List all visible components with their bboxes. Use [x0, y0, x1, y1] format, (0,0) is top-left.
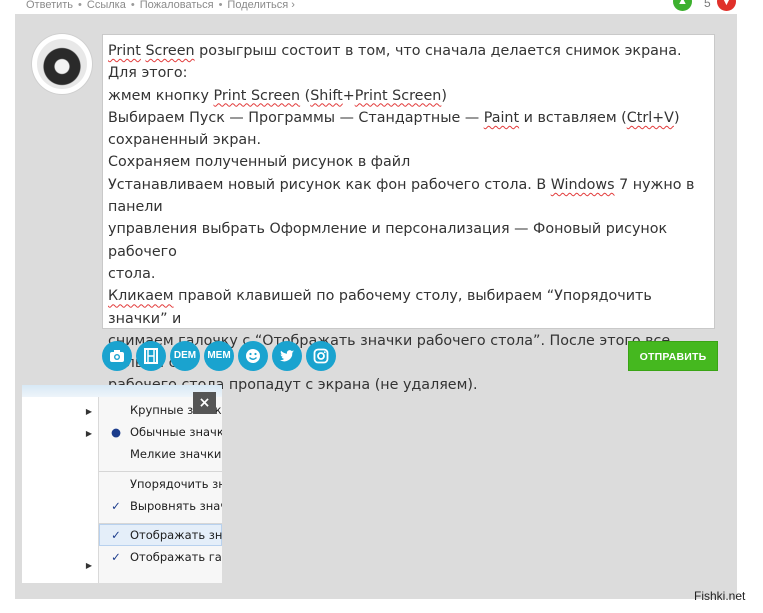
- comment-line: Print Screen розыгрыш состоит в том, что…: [108, 40, 709, 62]
- comment-line: стола.: [108, 265, 156, 282]
- comment-textarea[interactable]: Print Screen розыгрыш состоит в том, что…: [102, 34, 715, 393]
- menu-separator: [99, 471, 222, 472]
- separator: •: [78, 0, 82, 11]
- comment-line: Выбираем Пуск — Программы — Стандартные …: [108, 109, 680, 126]
- comment-line: Сохраняем полученный рисунок в файл: [108, 154, 411, 171]
- comment-line: Устанавливаем новый рисунок как фон рабо…: [108, 176, 700, 216]
- vote-count: 5: [704, 0, 711, 10]
- smiley-icon[interactable]: [238, 341, 268, 371]
- menu-item-align-icons: ✓ Выровнять значки по: [111, 499, 222, 513]
- comment-line: управления выбрать Оформление и персонал…: [108, 221, 672, 260]
- spell-word: Windows: [550, 176, 615, 193]
- check-icon: ✓: [111, 550, 121, 564]
- reply-link[interactable]: Ответить: [26, 0, 73, 11]
- radio-dot-icon: ●: [110, 425, 122, 439]
- separator: •: [130, 0, 135, 11]
- spell-word: Paint: [483, 109, 520, 126]
- spell-word: Screen: [145, 43, 195, 59]
- spell-word: Print Screen: [354, 87, 442, 104]
- comment-line: сохраненный экран.: [108, 132, 262, 149]
- site-watermark: Fishki.net: [694, 589, 746, 603]
- thumb-down-icon[interactable]: ▼: [717, 0, 736, 11]
- share-link[interactable]: Поделиться ›: [227, 0, 294, 11]
- menu-item-medium-icons: ● Обычные значки: [111, 425, 222, 439]
- spell-word: Print Screen: [213, 87, 301, 104]
- menu-item-show-gadgets: ✓ Отображать гаджеты: [111, 550, 222, 564]
- spell-word: Shift: [310, 87, 343, 104]
- comment-line: жмем кнопку Print Screen (Shift+Print Sc…: [108, 87, 447, 104]
- check-icon: ✓: [111, 528, 121, 542]
- image-left-row: ▶: [22, 425, 98, 447]
- menu-item-label: Отображать значки р: [130, 528, 222, 542]
- report-link[interactable]: Пожаловаться: [140, 0, 214, 11]
- menu-item-label: Выровнять значки по: [130, 499, 222, 513]
- mem-icon[interactable]: MEM: [204, 341, 234, 371]
- comment-line: Кликаем правой клавишей по рабочему стол…: [108, 288, 657, 327]
- attached-image[interactable]: ▶ ▶ ▶ Крупные значки ● Обычные значки Мел…: [22, 385, 222, 583]
- separator: •: [218, 0, 223, 11]
- comment-line: Для этого:: [108, 65, 188, 82]
- avatar[interactable]: [32, 34, 92, 94]
- send-button[interactable]: ОТПРАВИТЬ: [628, 341, 718, 371]
- image-top-strip: [22, 385, 222, 397]
- submenu-arrow-icon: ▶: [85, 561, 92, 570]
- image-left-pane: ▶ ▶ ▶: [22, 397, 99, 583]
- context-menu: Крупные значки ● Обычные значки Мелкие зн…: [99, 397, 222, 583]
- film-icon[interactable]: [136, 341, 166, 371]
- comment-links: Ответить • Ссылка • Пожаловаться • Поделиться …: [26, 0, 295, 11]
- menu-item-label: Отображать гаджеты: [130, 550, 222, 564]
- image-left-row: ▶: [22, 403, 98, 425]
- menu-item-show-desktop-icons: ✓ Отображать значки р: [111, 528, 222, 542]
- menu-item-small-icons: Мелкие значки: [130, 447, 222, 461]
- comment-actions-bar: Ответить • Ссылка • Пожаловаться • Поделиться …: [0, 0, 763, 14]
- submenu-arrow-icon: ▶: [85, 407, 92, 416]
- permalink-link[interactable]: Ссылка: [87, 0, 126, 11]
- thumb-up-icon[interactable]: ▲: [673, 0, 692, 11]
- menu-item-arrange-icons: Упорядочить значки: [130, 477, 222, 491]
- remove-attachment-button[interactable]: ×: [193, 392, 216, 414]
- spell-word: Кликаем: [108, 288, 174, 305]
- menu-item-label: Обычные значки: [130, 425, 222, 439]
- camera-icon[interactable]: [102, 341, 132, 371]
- avatar-image: [37, 39, 87, 89]
- instagram-icon[interactable]: [306, 341, 336, 371]
- submenu-arrow-icon: ▶: [85, 429, 92, 438]
- image-left-row: ▶: [22, 557, 98, 579]
- dem-icon[interactable]: DEM: [170, 341, 200, 371]
- comment-line-rest: розыгрыш состоит в том, что сначала дела…: [194, 43, 682, 59]
- twitter-icon[interactable]: [272, 341, 302, 371]
- spell-word: Print: [108, 43, 141, 59]
- spell-word: Ctrl+V: [626, 109, 674, 126]
- check-icon: ✓: [111, 499, 121, 513]
